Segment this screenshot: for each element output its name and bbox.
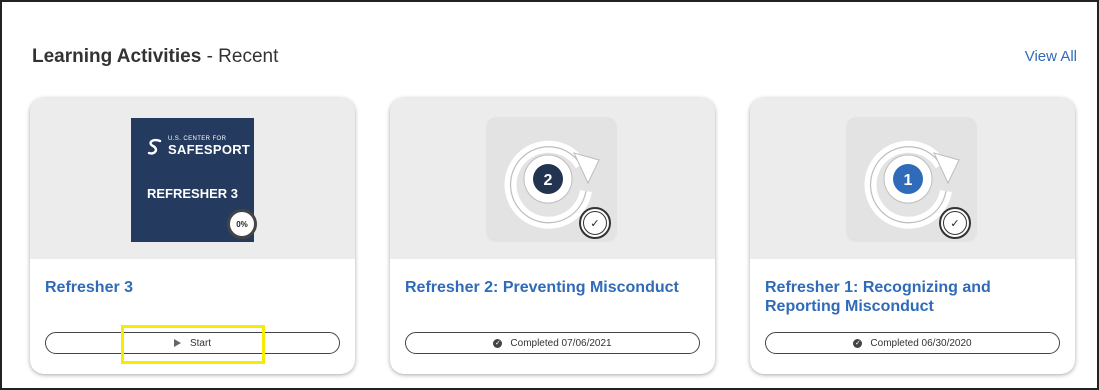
panel-title-main: Learning Activities <box>32 46 202 67</box>
completed-badge: ✓ <box>939 207 971 239</box>
start-button-label: Start <box>189 337 212 349</box>
card-title[interactable]: Refresher 1: Recognizing and Reporting M… <box>765 278 1055 316</box>
completed-status-label: Completed 07/06/2021 <box>510 337 612 349</box>
refresher-number: 1 <box>904 172 913 189</box>
card-thumbnail[interactable]: U.S. CENTER FOR SAFESPORT REFRESHER 3 0% <box>30 98 355 259</box>
refresher-number: 2 <box>544 172 553 189</box>
activity-card-refresher-1[interactable]: 1 ✓ Refresher 1: Recognizing and Reporti… <box>750 98 1075 374</box>
card-title[interactable]: Refresher 2: Preventing Misconduct <box>405 278 695 297</box>
safesport-logo: U.S. CENTER FOR SAFESPORT <box>145 136 250 157</box>
panel-title: Learning Activities - Recent <box>32 46 278 68</box>
check-circle-icon: ✓ <box>853 338 863 348</box>
activity-card-refresher-2[interactable]: 2 ✓ Refresher 2: Preventing Misconduct ✓… <box>390 98 715 374</box>
progress-indicator: 0% <box>227 209 257 239</box>
check-icon: ✓ <box>583 211 607 235</box>
safesport-thumbnail: U.S. CENTER FOR SAFESPORT REFRESHER 3 0% <box>131 118 257 242</box>
check-icon: ✓ <box>943 211 967 235</box>
panel-title-suffix: - Recent <box>201 46 279 67</box>
check-circle-icon: ✓ <box>493 338 503 348</box>
play-icon <box>173 339 181 347</box>
card-thumbnail[interactable]: 1 ✓ <box>750 98 1075 259</box>
completed-status-button[interactable]: ✓ Completed 07/06/2021 <box>405 332 700 354</box>
completed-status-label: Completed 06/30/2020 <box>870 337 972 349</box>
start-button[interactable]: Start <box>45 332 340 354</box>
view-all-link[interactable]: View All <box>1025 48 1077 65</box>
safesport-logo-big: SAFESPORT <box>168 142 251 157</box>
thumbnail-label: REFRESHER 3 <box>147 186 239 201</box>
activity-card-refresher-3[interactable]: U.S. CENTER FOR SAFESPORT REFRESHER 3 0%… <box>30 98 355 374</box>
safesport-s-icon <box>147 138 162 155</box>
card-title[interactable]: Refresher 3 <box>45 278 335 297</box>
completed-badge: ✓ <box>579 207 611 239</box>
card-thumbnail[interactable]: 2 ✓ <box>390 98 715 259</box>
learning-activities-panel: Learning Activities - Recent View All U.… <box>0 0 1099 390</box>
completed-status-button[interactable]: ✓ Completed 06/30/2020 <box>765 332 1060 354</box>
